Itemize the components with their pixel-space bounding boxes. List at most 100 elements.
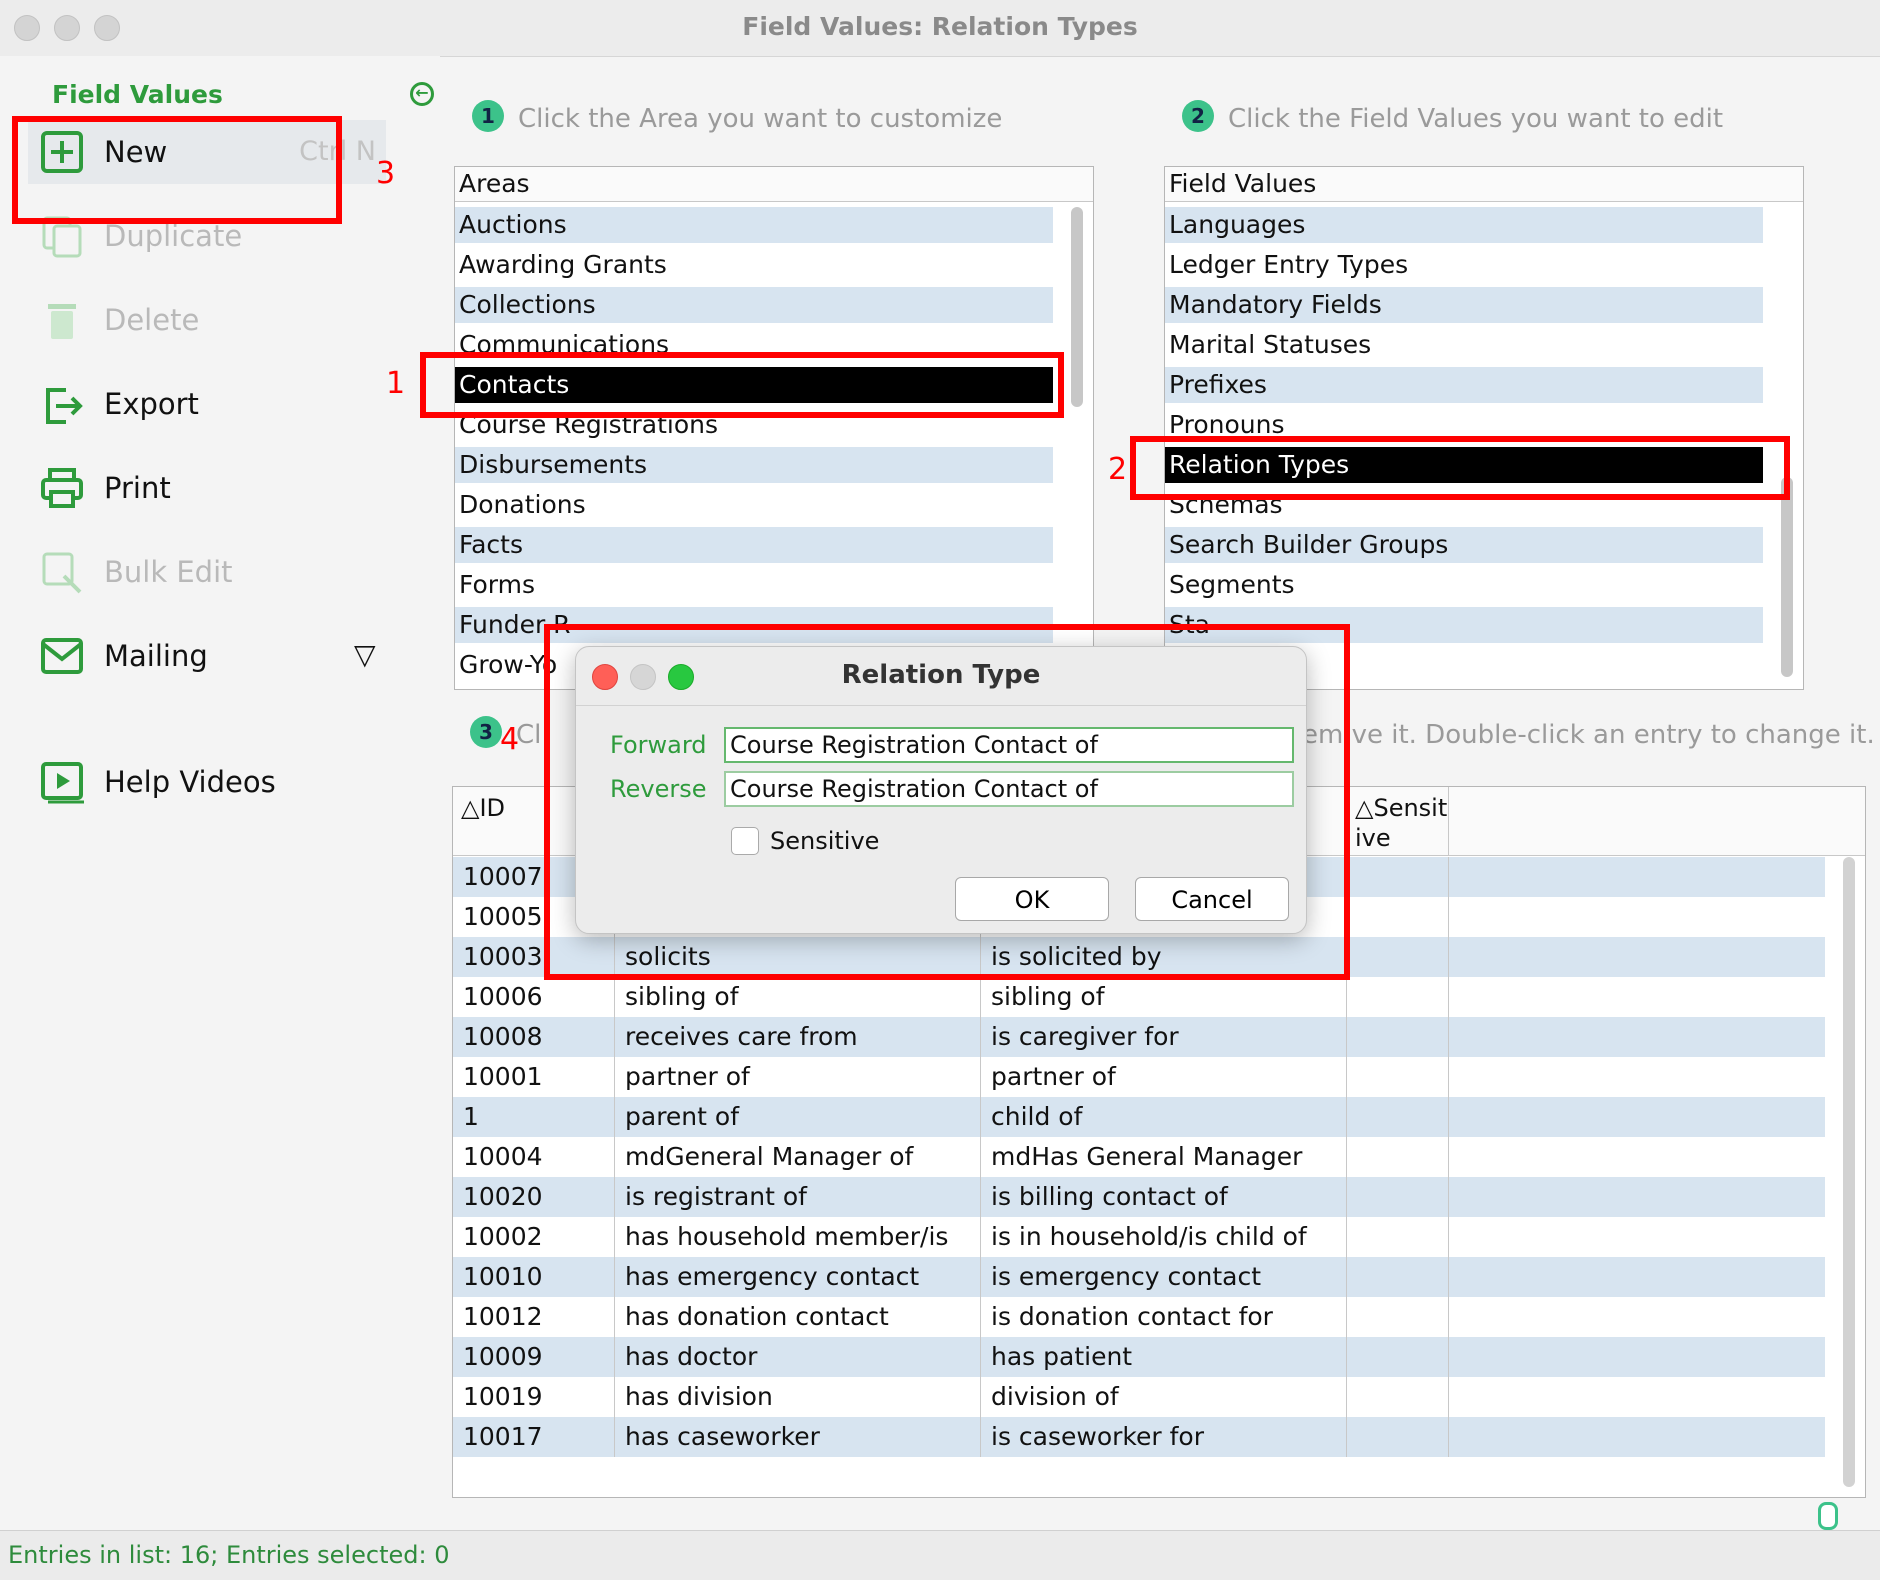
table-scrollbar[interactable] bbox=[1843, 857, 1855, 1487]
table-cell-reverse: has patient bbox=[981, 1337, 1347, 1377]
bulk-edit-button[interactable]: Bulk Edit bbox=[36, 540, 386, 604]
table-cell-sens bbox=[1347, 1257, 1449, 1297]
step-3-instruction-right: em ve it. Double-click an entry to chang… bbox=[1302, 720, 1875, 750]
annotation-box-relation-types bbox=[1130, 436, 1790, 500]
app-window: Field Values: Relation Types Field Value… bbox=[0, 0, 1880, 1580]
status-text: Entries in list: 16; Entries selected: 0 bbox=[8, 1541, 450, 1569]
table-cell-forward: partner of bbox=[615, 1057, 981, 1097]
table-cell-id: 10009 bbox=[453, 1337, 615, 1377]
list-item[interactable]: Prefixes bbox=[1165, 367, 1763, 403]
field-values-scrollbar[interactable] bbox=[1781, 477, 1793, 677]
table-cell-forward: parent of bbox=[615, 1097, 981, 1137]
table-cell-sens bbox=[1347, 1377, 1449, 1417]
table-cell-sens bbox=[1347, 1337, 1449, 1377]
sidebar-header: Field Values bbox=[52, 80, 223, 109]
annotation-box-contacts bbox=[420, 352, 1064, 418]
annotation-box-new bbox=[12, 116, 342, 224]
step-2-instruction: Click the Field Values you want to edit bbox=[1228, 104, 1724, 134]
areas-list[interactable]: Areas Auctions Awarding Grants Collectio… bbox=[454, 166, 1094, 690]
table-cell-reverse: is caregiver for bbox=[981, 1017, 1347, 1057]
list-item[interactable]: Collections bbox=[455, 287, 1053, 323]
delete-button[interactable]: Delete bbox=[36, 288, 386, 352]
list-item[interactable]: Languages bbox=[1165, 207, 1763, 243]
table-cell-id: 10017 bbox=[453, 1417, 615, 1457]
mailing-label: Mailing bbox=[104, 639, 208, 673]
list-item[interactable]: Donations bbox=[455, 487, 1053, 523]
table-cell-reverse: child of bbox=[981, 1097, 1347, 1137]
table-cell-sens bbox=[1347, 1297, 1449, 1337]
list-item[interactable]: Auctions bbox=[455, 207, 1053, 243]
table-cell-forward: has emergency contact bbox=[615, 1257, 981, 1297]
trash-icon bbox=[48, 304, 76, 339]
table-cell-forward: is registrant of bbox=[615, 1177, 981, 1217]
list-item[interactable]: Mandatory Fields bbox=[1165, 287, 1763, 323]
table-row[interactable]: 10010 has emergency contact is emergency c… bbox=[453, 1257, 1825, 1297]
step-2-badge: 2 bbox=[1182, 100, 1214, 132]
list-item[interactable]: Disbursements bbox=[455, 447, 1053, 483]
table-cell-id: 10006 bbox=[453, 977, 615, 1017]
print-label: Print bbox=[104, 471, 171, 505]
annotation-box-dialog bbox=[544, 624, 1350, 980]
window-title: Field Values: Relation Types bbox=[742, 12, 1138, 41]
table-row[interactable]: 10002 has household member/is is in househ… bbox=[453, 1217, 1825, 1257]
mailing-button[interactable]: Mailing ▽ bbox=[36, 624, 386, 688]
table-row[interactable]: 1 parent of child of bbox=[453, 1097, 1825, 1137]
chevron-down-icon[interactable]: ▽ bbox=[354, 638, 376, 671]
list-item[interactable]: Marital Statuses bbox=[1165, 327, 1763, 363]
table-cell-forward: mdGeneral Manager of bbox=[615, 1137, 981, 1177]
title-bar: Field Values: Relation Types bbox=[0, 0, 1880, 57]
table-cell-id: 10004 bbox=[453, 1137, 615, 1177]
status-bar: Entries in list: 16; Entries selected: 0 bbox=[0, 1530, 1880, 1580]
field-values-list-header: Field Values bbox=[1165, 167, 1803, 202]
table-cell-reverse: partner of bbox=[981, 1057, 1347, 1097]
annotation-number-4: 4 bbox=[500, 722, 520, 757]
export-button[interactable]: Export bbox=[36, 372, 386, 436]
table-cell-forward: has household member/is bbox=[615, 1217, 981, 1257]
table-row[interactable]: 10017 has caseworker is caseworker for bbox=[453, 1417, 1825, 1457]
table-row[interactable]: 10012 has donation contact is donation con… bbox=[453, 1297, 1825, 1337]
table-cell-id: 10008 bbox=[453, 1017, 615, 1057]
areas-list-header: Areas bbox=[455, 167, 1093, 202]
list-item[interactable]: Awarding Grants bbox=[455, 247, 1053, 283]
table-cell-sens bbox=[1347, 977, 1449, 1017]
delete-label: Delete bbox=[104, 303, 200, 337]
field-values-list[interactable]: Field Values Languages Ledger Entry Type… bbox=[1164, 166, 1804, 690]
list-item[interactable]: Facts bbox=[455, 527, 1053, 563]
table-cell-sens bbox=[1347, 1017, 1449, 1057]
mail-icon bbox=[41, 638, 83, 674]
bulk-edit-label: Bulk Edit bbox=[104, 555, 233, 589]
table-row[interactable]: 10019 has division division of bbox=[453, 1377, 1825, 1417]
table-cell-sens bbox=[1347, 857, 1449, 897]
table-row[interactable]: 10001 partner of partner of bbox=[453, 1057, 1825, 1097]
list-item[interactable]: Forms bbox=[455, 567, 1053, 603]
table-row[interactable]: 10006 sibling of sibling of bbox=[453, 977, 1825, 1017]
bulk-edit-icon bbox=[42, 552, 82, 594]
table-cell-id: 10020 bbox=[453, 1177, 615, 1217]
list-item[interactable]: Ledger Entry Types bbox=[1165, 247, 1763, 283]
annotation-number-1: 1 bbox=[386, 366, 406, 401]
list-item[interactable]: Segments bbox=[1165, 567, 1763, 603]
table-cell-id: 10012 bbox=[453, 1297, 615, 1337]
export-icon bbox=[46, 388, 83, 424]
step-3-badge: 3 bbox=[470, 716, 502, 748]
table-cell-reverse: mdHas General Manager bbox=[981, 1137, 1347, 1177]
table-row[interactable]: 10004 mdGeneral Manager of mdHas General M… bbox=[453, 1137, 1825, 1177]
table-row[interactable]: 10020 is registrant of is billing contact … bbox=[453, 1177, 1825, 1217]
table-row[interactable]: 10009 has doctor has patient bbox=[453, 1337, 1825, 1377]
table-cell-reverse: division of bbox=[981, 1377, 1347, 1417]
areas-scrollbar[interactable] bbox=[1071, 207, 1083, 407]
table-row[interactable]: 10008 receives care from is caregiver for bbox=[453, 1017, 1825, 1057]
table-cell-reverse: is donation contact for bbox=[981, 1297, 1347, 1337]
collapse-sidebar-icon[interactable]: ← bbox=[410, 82, 434, 106]
help-videos-button[interactable]: Help Videos bbox=[36, 750, 386, 814]
list-item[interactable]: Search Builder Groups bbox=[1165, 527, 1763, 563]
table-cell-reverse: is in household/is child of bbox=[981, 1217, 1347, 1257]
export-label: Export bbox=[104, 387, 199, 421]
sidebar: Field Values ← New Ctrl N Duplicate Dele… bbox=[0, 56, 440, 1530]
column-header-sensitive[interactable]: △Sensit ive bbox=[1347, 787, 1449, 855]
table-cell-sens bbox=[1347, 1177, 1449, 1217]
print-button[interactable]: Print bbox=[36, 456, 386, 520]
table-cell-forward: has division bbox=[615, 1377, 981, 1417]
table-cell-id: 1 bbox=[453, 1097, 615, 1137]
table-cell-forward: sibling of bbox=[615, 977, 981, 1017]
